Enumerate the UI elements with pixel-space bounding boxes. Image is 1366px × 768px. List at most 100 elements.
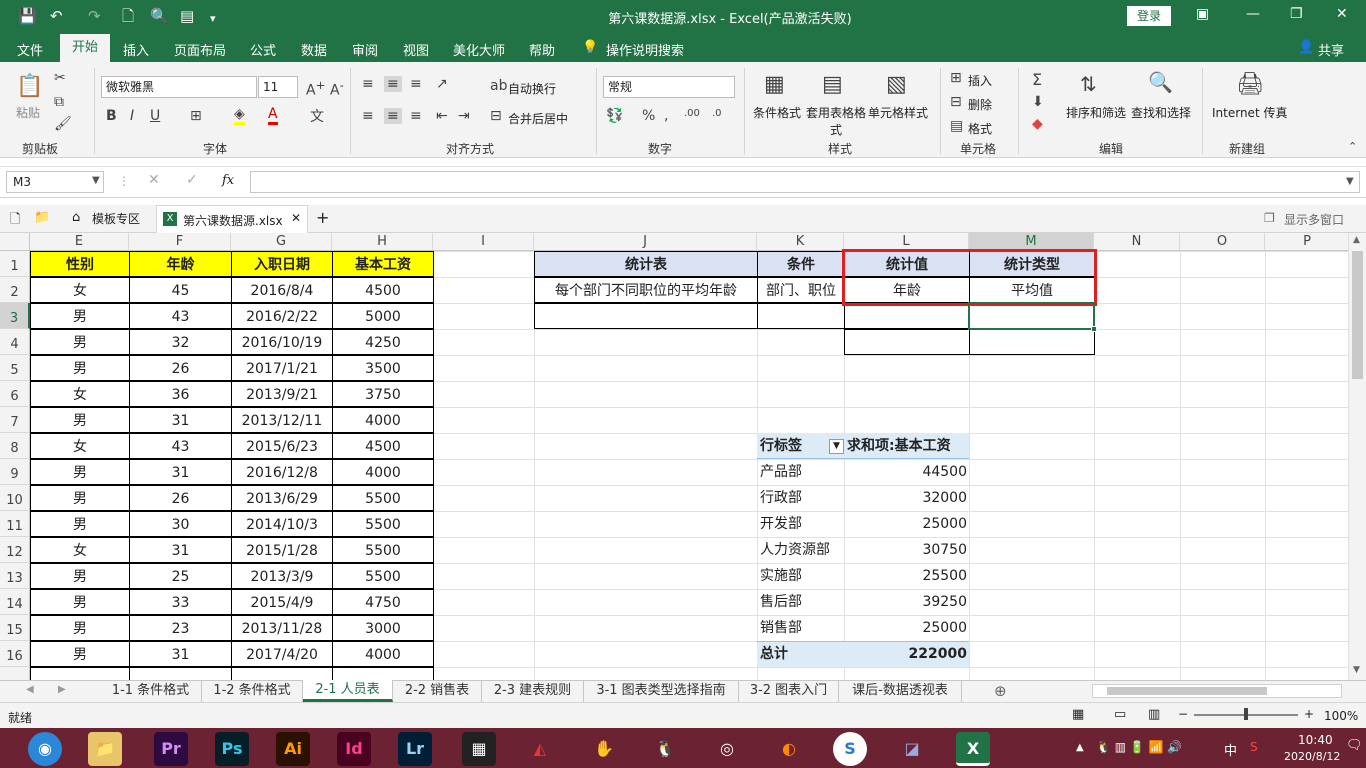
table-cell[interactable]: 32 — [129, 329, 232, 355]
table-header-cell[interactable]: 性别 — [30, 251, 130, 277]
row-header[interactable]: 16 — [0, 641, 30, 667]
table-cell[interactable]: 男 — [30, 615, 130, 641]
orientation-icon[interactable]: ↗ — [436, 76, 448, 92]
print-preview-icon[interactable]: 🔍 — [150, 7, 169, 25]
table-cell[interactable]: 5500 — [332, 485, 434, 511]
select-all-corner[interactable] — [0, 233, 30, 251]
new-doc-icon[interactable]: 🗋 — [10, 210, 20, 232]
start-icon[interactable]: ◉ — [28, 732, 62, 766]
table-cell[interactable]: 2015/6/23 — [231, 433, 333, 459]
number-format-select[interactable]: 常规 — [603, 76, 735, 98]
table-cell[interactable]: 男 — [30, 303, 130, 329]
show-multi-window-button[interactable]: 显示多窗口 — [1284, 211, 1344, 228]
decrease-decimal-icon[interactable]: .0 — [712, 108, 722, 119]
zoom-in-icon[interactable]: + — [1304, 707, 1314, 721]
page-layout-view-icon[interactable]: ▭ — [1114, 707, 1126, 722]
search-app-icon[interactable]: S — [833, 732, 867, 766]
conditional-format-button[interactable]: 条件格式 — [753, 104, 801, 121]
fill-handle[interactable] — [1091, 326, 1097, 332]
table-cell[interactable]: 31 — [129, 407, 232, 433]
table-cell[interactable]: 4500 — [332, 277, 434, 303]
table-cell[interactable]: 男 — [30, 485, 130, 511]
table-cell[interactable]: 26 — [129, 355, 232, 381]
column-header[interactable]: F — [129, 233, 231, 251]
font-color-icon[interactable]: A — [268, 106, 278, 125]
copy-icon[interactable]: ⧉ — [54, 94, 64, 110]
column-header[interactable]: I — [433, 233, 534, 251]
row-header[interactable]: 5 — [0, 355, 30, 381]
close-tab-icon[interactable]: ✕ — [291, 211, 301, 225]
row-header[interactable]: 11 — [0, 511, 30, 537]
column-header[interactable]: N — [1094, 233, 1180, 251]
name-box[interactable]: M3 — [6, 171, 104, 193]
excel-taskbar-icon[interactable]: X — [956, 732, 990, 766]
vertical-scrollbar[interactable]: ▲ ▼ — [1348, 233, 1366, 680]
align-center-icon[interactable]: ≡ — [384, 108, 402, 124]
table-cell[interactable]: 33 — [129, 589, 232, 615]
login-button[interactable]: 登录 — [1127, 6, 1171, 26]
prev-sheet-icon[interactable]: ◀ — [26, 684, 34, 695]
stats-cell[interactable]: 部门、职位 — [757, 277, 845, 303]
table-cell[interactable]: 4000 — [332, 641, 434, 667]
table-cell-partial[interactable] — [332, 667, 434, 680]
new-tab-icon[interactable]: + — [316, 208, 329, 227]
photoshop-icon[interactable]: Ps — [215, 732, 249, 766]
folder-icon[interactable]: 📁 — [34, 210, 50, 225]
redo-icon[interactable]: ↷ — [88, 7, 101, 25]
table-cell-partial[interactable] — [231, 667, 333, 680]
tray-expand-icon[interactable]: ▲ — [1076, 742, 1084, 753]
table-cell[interactable]: 2013/3/9 — [231, 563, 333, 589]
menu-view[interactable]: 视图 — [403, 40, 429, 59]
stats-empty-cell[interactable] — [757, 303, 845, 329]
zoom-level[interactable]: 100% — [1324, 709, 1358, 723]
percent-icon[interactable]: % — [642, 108, 655, 124]
indesign-icon[interactable]: Id — [337, 732, 371, 766]
table-cell[interactable]: 2017/1/21 — [231, 355, 333, 381]
table-cell[interactable]: 4000 — [332, 459, 434, 485]
new-file-icon[interactable]: 🗋 — [122, 7, 134, 25]
restore-icon[interactable]: ❐ — [1290, 6, 1303, 22]
pivot-filter-dropdown-icon[interactable]: ▼ — [829, 439, 844, 454]
row-header[interactable]: 2 — [0, 277, 30, 303]
align-right-icon[interactable]: ≡ — [410, 108, 422, 124]
column-header[interactable]: E — [30, 233, 129, 251]
table-cell[interactable]: 2013/11/28 — [231, 615, 333, 641]
multi-window-icon[interactable]: ❐ — [1264, 211, 1275, 225]
decrease-font-icon[interactable]: A- — [330, 78, 344, 99]
find-select-icon[interactable]: 🔍 — [1148, 70, 1173, 94]
row-header[interactable]: 7 — [0, 407, 30, 433]
close-icon[interactable]: ✕ — [1336, 6, 1348, 22]
align-left-icon[interactable]: ≡ — [362, 108, 374, 124]
page-break-view-icon[interactable]: ▥ — [1148, 707, 1160, 722]
pivot-total-value[interactable]: 222000 — [844, 641, 967, 667]
sheet-tab[interactable]: 3-1 图表类型选择指南 — [584, 681, 739, 702]
sort-filter-button[interactable]: 排序和筛选 — [1066, 104, 1126, 121]
sheet-tab[interactable]: 2-3 建表规则 — [482, 681, 584, 702]
table-cell[interactable]: 4750 — [332, 589, 434, 615]
table-cell[interactable]: 3750 — [332, 381, 434, 407]
menu-formulas[interactable]: 公式 — [250, 40, 276, 59]
table-cell[interactable]: 2017/4/20 — [231, 641, 333, 667]
internet-fax-button[interactable]: Internet 传真 — [1212, 104, 1287, 121]
form-icon[interactable]: ▤ — [180, 7, 194, 25]
table-cell[interactable]: 2016/2/22 — [231, 303, 333, 329]
vertical-scroll-thumb[interactable] — [1352, 251, 1363, 379]
menu-help[interactable]: 帮助 — [529, 40, 555, 59]
table-cell[interactable]: 男 — [30, 563, 130, 589]
cut-icon[interactable]: ✂ — [54, 70, 66, 86]
table-cell[interactable]: 男 — [30, 407, 130, 433]
tray-icons[interactable]: 🐧 ▥ 🔋 📶 🔊 — [1096, 740, 1182, 754]
table-cell[interactable]: 男 — [30, 329, 130, 355]
pivot-value-label[interactable]: 求和项:基本工资 — [847, 433, 967, 459]
table-cell[interactable]: 23 — [129, 615, 232, 641]
save-icon[interactable]: 💾 — [18, 7, 37, 25]
table-header-cell[interactable]: 基本工资 — [332, 251, 434, 277]
wrap-text-button[interactable]: 自动换行 — [508, 80, 556, 97]
cell-style-icon[interactable]: ▧ — [886, 72, 907, 97]
table-cell[interactable]: 男 — [30, 355, 130, 381]
undo-icon[interactable]: ↶ — [50, 7, 63, 25]
currency-icon[interactable]: 💱 — [606, 108, 623, 124]
expand-formula-icon[interactable]: ▼ — [1346, 176, 1354, 187]
tell-me-search[interactable]: 操作说明搜索 — [606, 40, 684, 59]
stats-header-cell[interactable]: 条件 — [757, 251, 845, 277]
